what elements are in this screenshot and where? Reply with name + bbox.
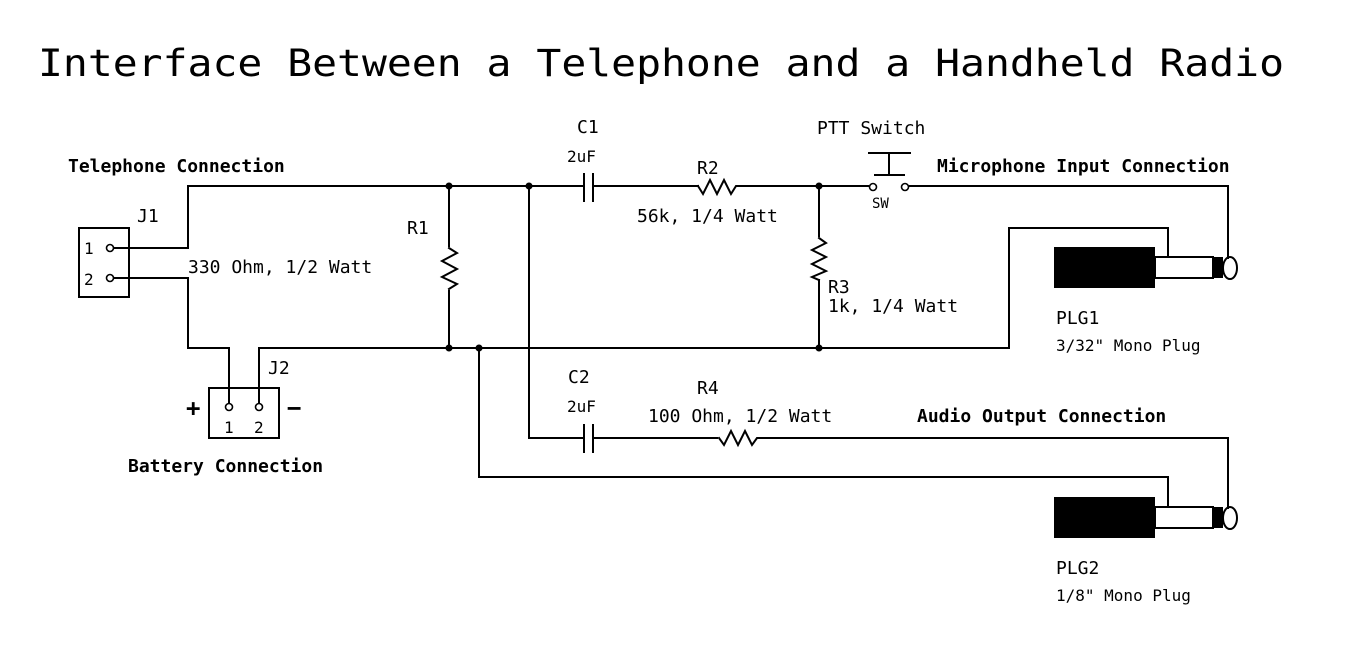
battery-connection-label: Battery Connection	[128, 456, 323, 477]
telephone-connection-label: Telephone Connection	[68, 156, 285, 177]
r2-resistor: R2 56k, 1/4 Watt	[637, 158, 778, 227]
c1-value: 2uF	[567, 147, 596, 166]
wire-bottom-rail	[258, 227, 1169, 404]
plg1-ref: PLG1	[1056, 308, 1099, 329]
j2-pin1-label: 1	[224, 418, 234, 437]
plg2-sleeve	[1154, 506, 1214, 529]
junction-dot	[815, 344, 823, 352]
r3-resistor: R3 1k, 1/4 Watt	[809, 236, 958, 317]
r3-ref: R3	[828, 277, 850, 298]
r4-value: 100 Ohm, 1/2 Watt	[648, 406, 832, 427]
plg2-plug: PLG2 1/8" Mono Plug	[1054, 497, 1238, 605]
battery-minus-sign: −	[287, 394, 301, 422]
j1-pin2-label: 2	[84, 270, 94, 289]
j1-pin1	[105, 243, 115, 253]
switch-contact-left	[868, 182, 878, 192]
audio-output-label: Audio Output Connection	[917, 406, 1166, 427]
microphone-input-label: Microphone Input Connection	[937, 156, 1230, 177]
plg1-tip	[1222, 256, 1238, 280]
switch-ref: SW	[872, 196, 889, 212]
junction-dot	[815, 182, 823, 190]
schematic: Interface Between a Telephone and a Hand…	[38, 42, 1284, 605]
plg1-plug: PLG1 3/32" Mono Plug	[1054, 247, 1238, 355]
j2-pin1	[224, 402, 234, 412]
r4-ref: R4	[697, 378, 719, 399]
plg1-body	[1054, 247, 1155, 288]
j2-pin2	[254, 402, 264, 412]
junction-dot	[475, 344, 483, 352]
plg1-sleeve	[1154, 256, 1214, 279]
c2-capacitor: C2 2uF	[567, 367, 596, 453]
plg2-body	[1054, 497, 1155, 538]
plg2-ref: PLG2	[1056, 558, 1099, 579]
r1-value: 330 Ohm, 1/2 Watt	[188, 257, 372, 278]
r1-resistor: R1 330 Ohm, 1/2 Watt	[188, 218, 460, 291]
j2-connector: 1 2 + − J2	[186, 358, 301, 439]
j1-connector: 1 2 J1	[78, 206, 159, 298]
junction-dot	[525, 182, 533, 190]
schematic-title: Interface Between a Telephone and a Hand…	[38, 42, 1284, 85]
j2-body	[208, 387, 280, 439]
wire-j1-pin2-to-j2-pin1	[113, 277, 230, 404]
plg2-desc: 1/8" Mono Plug	[1056, 586, 1191, 605]
j1-ref: J1	[137, 206, 159, 227]
j1-pin1-label: 1	[84, 239, 94, 258]
r3-value: 1k, 1/4 Watt	[828, 296, 958, 317]
c1-ref: C1	[577, 117, 599, 138]
plg2-tip	[1222, 506, 1238, 530]
j2-ref: J2	[268, 358, 290, 379]
plg2-ring	[1212, 507, 1223, 528]
r2-value: 56k, 1/4 Watt	[637, 206, 778, 227]
ptt-switch-label: PTT Switch	[817, 118, 925, 139]
c1-capacitor: C1 2uF	[567, 117, 599, 202]
c2-ref: C2	[568, 367, 590, 388]
plg1-desc: 3/32" Mono Plug	[1056, 336, 1201, 355]
r1-ref: R1	[407, 218, 429, 239]
switch-contact-right	[900, 182, 910, 192]
plg1-ring	[1212, 257, 1223, 278]
wire-audio-tip	[759, 437, 1229, 509]
c2-value: 2uF	[567, 397, 596, 416]
junction-dot	[445, 344, 453, 352]
j2-pin2-label: 2	[254, 418, 264, 437]
r2-ref: R2	[697, 158, 719, 179]
junction-dot	[445, 182, 453, 190]
ptt-switch[interactable]: PTT Switch SW	[817, 118, 925, 212]
j1-pin2	[105, 273, 115, 283]
battery-plus-sign: +	[186, 394, 200, 422]
